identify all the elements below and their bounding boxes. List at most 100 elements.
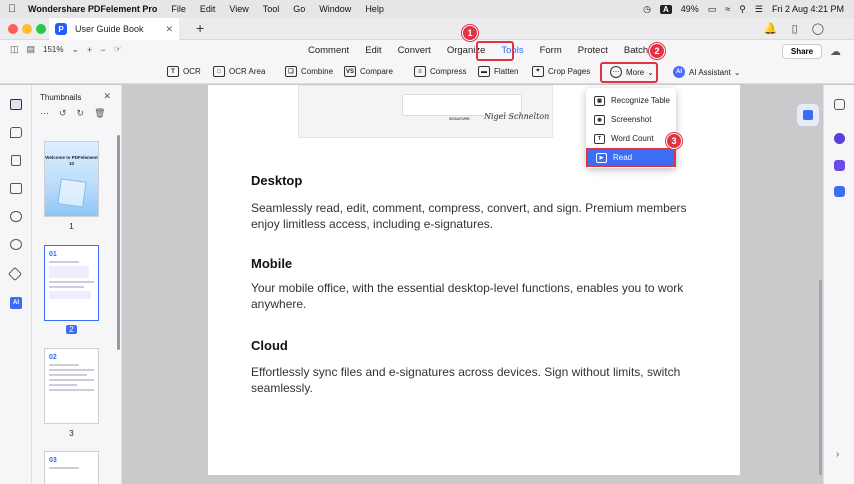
page-label-2-text: 2 (66, 325, 77, 334)
translate-float-button[interactable] (797, 104, 819, 126)
thumbnail-options-icon[interactable]: ⋯ (40, 108, 49, 119)
wifi-icon[interactable]: ≈ (725, 4, 730, 14)
snippet-signature: Nigel Schnelton (484, 112, 550, 121)
new-tab-button[interactable]: + (196, 20, 204, 36)
page-image-snippet: SIGNATURE: Nigel Schnelton (298, 85, 553, 138)
close-tab-icon[interactable]: ✕ (165, 24, 173, 35)
comments-panel-icon[interactable] (10, 127, 22, 138)
layers-list-icon[interactable] (10, 183, 22, 194)
document-scrollbar[interactable] (819, 280, 822, 475)
pan-tool-icon[interactable]: ☞ (114, 44, 122, 55)
section-heading-cloud: Cloud (251, 338, 288, 353)
ai-panel-icon[interactable]: AI (10, 297, 22, 309)
notification-bell-icon[interactable]: 🔔 (764, 22, 778, 35)
mobile-device-icon[interactable]: ▯ (792, 22, 798, 35)
zoom-level[interactable]: 151% (43, 45, 63, 54)
thumbnail-line (49, 369, 94, 371)
page-layout-icon[interactable]: ▤ (27, 44, 36, 55)
page-thumbnail-1[interactable]: Welcome to PDFelement 10 (44, 141, 99, 217)
thumbnails-panel-icon[interactable] (10, 99, 22, 110)
ocr-area-icon: □ (213, 66, 225, 77)
step-badge-3: 3 (666, 133, 682, 149)
tab-comment[interactable]: Comment (300, 42, 357, 60)
expand-panel-chevron-icon[interactable]: › (836, 449, 839, 460)
ai-chat-icon[interactable] (834, 133, 845, 144)
compare-button[interactable]: VS Compare (344, 66, 393, 77)
zoom-dropdown-icon[interactable]: ⌄ (72, 44, 80, 55)
zoom-out-icon[interactable]: − (100, 45, 105, 55)
close-window-button[interactable] (8, 24, 18, 34)
compress-button[interactable]: ≡ Compress (414, 66, 466, 77)
minimize-window-button[interactable] (22, 24, 32, 34)
menu-help[interactable]: Help (358, 4, 391, 14)
battery-icon[interactable]: ▭ (708, 4, 717, 15)
apple-menu-icon[interactable]:  (0, 3, 24, 15)
account-avatar-icon[interactable]: ◯ (812, 22, 824, 35)
menu-window[interactable]: Window (312, 4, 358, 14)
page-thumbnail-4[interactable]: 03 (44, 451, 99, 484)
rotate-right-icon[interactable]: ↻ (77, 108, 85, 119)
page-thumbnail-2[interactable]: 01 (44, 245, 99, 321)
properties-panel-icon[interactable] (834, 99, 845, 110)
menu-item-word-count[interactable]: T Word Count (586, 129, 676, 148)
menu-edit[interactable]: Edit (193, 4, 223, 14)
app-name-menu[interactable]: Wondershare PDFelement Pro (24, 4, 164, 14)
thumbnails-panel: Thumbnails ✕ ⋯ ↺ ↻ 🗑 Welcome to PDFeleme… (32, 85, 122, 484)
flatten-button[interactable]: ▬ Flatten (478, 66, 518, 77)
tab-protect[interactable]: Protect (570, 42, 616, 60)
thumbnail-2-number: 01 (49, 251, 57, 258)
ocr-button[interactable]: T OCR (167, 66, 201, 77)
delete-page-icon[interactable]: 🗑 (94, 108, 105, 119)
menu-tool[interactable]: Tool (256, 4, 287, 14)
tab-convert[interactable]: Convert (390, 42, 439, 60)
spotlight-search-icon[interactable]: ⚲ (739, 4, 746, 15)
left-icon-rail: AI (0, 85, 32, 484)
zoom-window-button[interactable] (36, 24, 46, 34)
rotate-left-icon[interactable]: ↺ (59, 108, 67, 119)
thumbnails-scrollbar[interactable] (117, 135, 120, 350)
document-tab[interactable]: P User Guide Book ✕ (49, 18, 179, 40)
ocr-area-button[interactable]: □ OCR Area (213, 66, 265, 77)
menu-item-screenshot[interactable]: ◉ Screenshot (586, 110, 676, 129)
share-button[interactable]: Share (782, 44, 822, 59)
tab-batch-label: Batch (623, 45, 649, 56)
menu-item-recognize-table[interactable]: ▦ Recognize Table (586, 91, 676, 110)
section-body-desktop: Seamlessly read, edit, comment, compress… (251, 201, 687, 231)
cloud-upload-icon[interactable]: ☁ (830, 45, 841, 58)
tools-subtoolbar: T OCR □ OCR Area ❏ Combine VS Compare ≡ Compr… (0, 62, 854, 84)
combine-button[interactable]: ❏ Combine (285, 66, 333, 77)
clock-status-icon[interactable]: ◷ (643, 4, 651, 15)
input-source-badge[interactable]: A (660, 4, 672, 14)
thumbnail-1-graphic (57, 178, 87, 208)
bookmarks-panel-icon[interactable] (11, 155, 21, 166)
layers-panel-icon[interactable] (7, 266, 23, 282)
menu-item-read[interactable]: ▶ Read (586, 148, 676, 167)
menu-file[interactable]: File (164, 4, 193, 14)
menu-go[interactable]: Go (286, 4, 312, 14)
app-window:  Wondershare PDFelement Pro File Edit V… (0, 0, 854, 484)
compare-label: Compare (360, 67, 393, 76)
checklist-icon[interactable] (834, 160, 845, 171)
search-panel-icon[interactable] (10, 239, 22, 250)
document-viewport[interactable]: SIGNATURE: Nigel Schnelton Desktop Seaml… (123, 85, 823, 484)
crop-pages-button[interactable]: ⌖ Crop Pages (532, 66, 590, 77)
combine-icon: ❏ (285, 66, 297, 77)
sidebar-toggle-icon[interactable]: ◫ (10, 44, 19, 55)
compare-icon: VS (344, 66, 356, 77)
word-count-label: Word Count (611, 134, 654, 143)
tab-form[interactable]: Form (532, 42, 570, 60)
close-thumbnails-icon[interactable]: ✕ (103, 91, 111, 102)
attachments-panel-icon[interactable] (10, 211, 22, 222)
ai-chevron-icon: ⌄ (733, 67, 741, 77)
tab-edit[interactable]: Edit (357, 42, 389, 60)
thumbnail-line (49, 379, 94, 381)
snippet-signature-label: SIGNATURE: (449, 117, 471, 121)
control-center-icon[interactable]: ☰ (755, 4, 763, 15)
menubar-datetime[interactable]: Fri 2 Aug 4:21 PM (772, 4, 844, 14)
flatten-icon: ▬ (478, 66, 490, 77)
page-thumbnail-3[interactable]: 02 (44, 348, 99, 424)
menu-view[interactable]: View (222, 4, 255, 14)
ai-assistant-button[interactable]: AI AI Assistant ⌄ (673, 66, 741, 78)
zoom-in-icon[interactable]: + (87, 45, 92, 55)
translate-panel-icon[interactable] (834, 186, 845, 197)
